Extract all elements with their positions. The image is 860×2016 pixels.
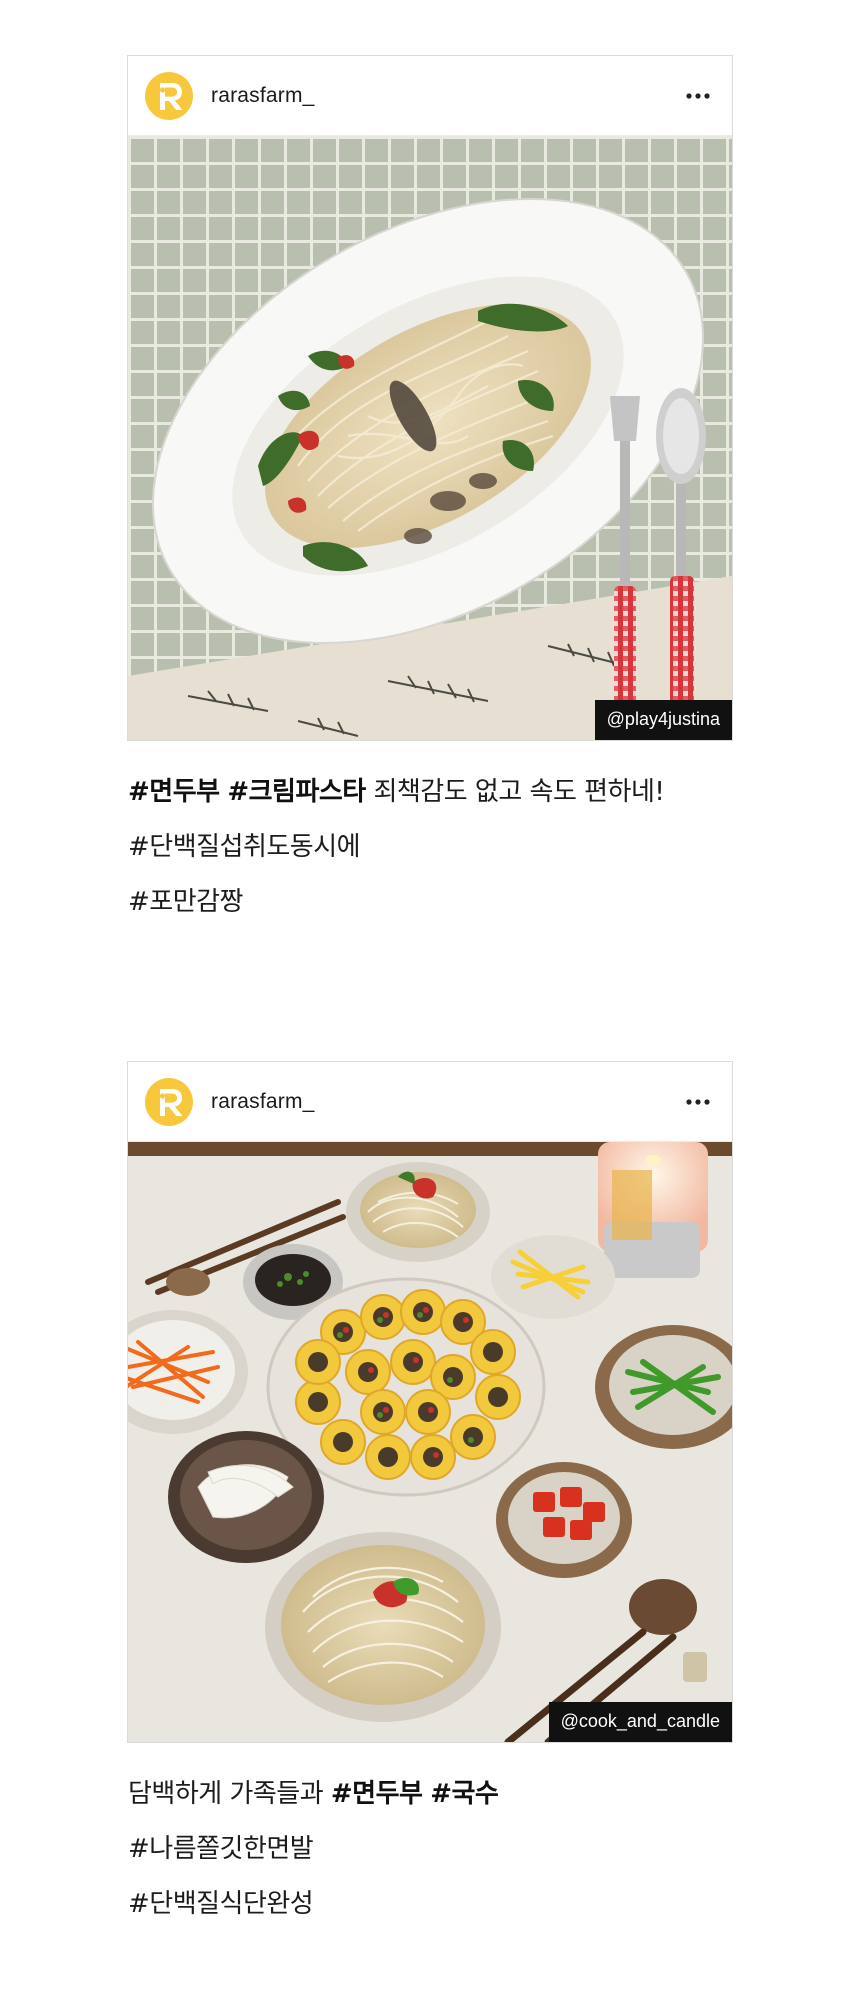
hashtag[interactable]: #단백질섭취도동시에 — [128, 820, 733, 875]
post-photo[interactable]: @play4justina — [128, 136, 732, 740]
caption-text: 담백하게 가족들과 — [128, 1779, 324, 1809]
hashtag[interactable]: #크림파스타 — [227, 777, 366, 807]
post-caption: 담백하게 가족들과 #면두부 #국수 #나름쫄깃한면발 #단백질식단완성 — [127, 1767, 733, 1932]
post-header: rarasfarm_ — [128, 1062, 732, 1142]
post-caption: #면두부 #크림파스타 죄책감도 없고 속도 편하네! #단백질섭취도동시에 #… — [127, 765, 733, 930]
username[interactable]: rarasfarm_ — [211, 1090, 315, 1114]
more-horizontal-icon — [686, 92, 710, 99]
korean-table-photo — [128, 1142, 732, 1742]
post-card: rarasfarm_ — [127, 1061, 733, 1743]
photo-credit[interactable]: @play4justina — [594, 700, 732, 740]
photo-credit[interactable]: @cook_and_candle — [548, 1702, 732, 1742]
hashtag[interactable]: #단백질식단완성 — [128, 1877, 733, 1932]
post-header: rarasfarm_ — [128, 56, 732, 136]
post-photo[interactable]: @cook_and_candle — [128, 1142, 732, 1742]
avatar[interactable] — [145, 1077, 193, 1126]
hashtag[interactable]: #나름쫄깃한면발 — [128, 1822, 733, 1877]
more-horizontal-icon — [686, 1098, 710, 1105]
avatar[interactable] — [145, 71, 193, 120]
hashtag[interactable]: #면두부 — [128, 777, 220, 807]
post-1: rarasfarm_ @play4justina #면두부 #크림파스타 죄책감… — [127, 55, 733, 930]
caption-line-1: #면두부 #크림파스타 죄책감도 없고 속도 편하네! — [128, 765, 733, 820]
brand-logo-icon — [159, 1088, 183, 1116]
post-card: rarasfarm_ — [127, 55, 733, 741]
hashtag[interactable]: #포만감짱 — [128, 875, 733, 930]
more-options-button[interactable] — [680, 78, 716, 114]
cream-pasta-photo — [128, 136, 732, 740]
caption-text: 죄책감도 없고 속도 편하네! — [373, 777, 665, 807]
more-options-button[interactable] — [680, 1084, 716, 1120]
username[interactable]: rarasfarm_ — [211, 84, 315, 108]
hashtag[interactable]: #면두부 — [331, 1779, 423, 1809]
brand-logo-icon — [159, 82, 183, 110]
post-2: rarasfarm_ @cook_and_candle 담백하게 가족들과 #면… — [127, 1061, 733, 1932]
caption-line-1: 담백하게 가족들과 #면두부 #국수 — [128, 1767, 733, 1822]
hashtag[interactable]: #국수 — [430, 1779, 499, 1809]
